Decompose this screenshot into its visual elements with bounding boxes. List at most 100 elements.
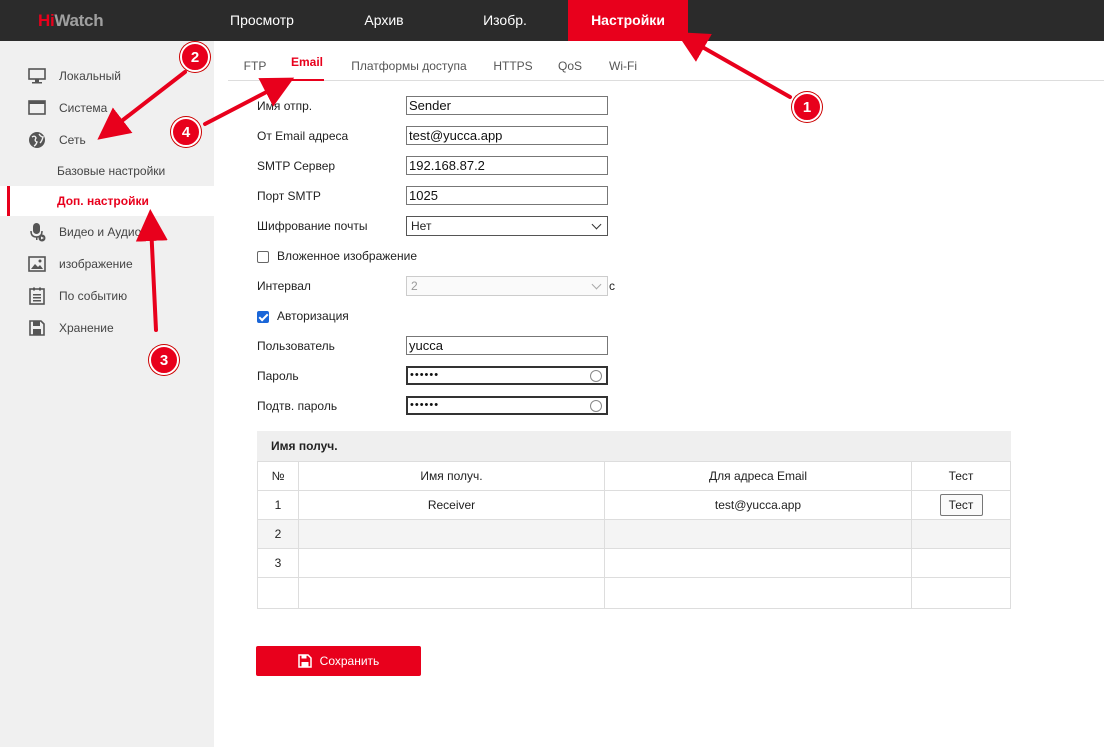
nav-picture[interactable]: Изобр. (449, 0, 561, 41)
list-icon (28, 287, 46, 305)
nav-live-view[interactable]: Просмотр (205, 0, 319, 41)
sidebar-item-label: Хранение (59, 321, 114, 335)
recipient-email[interactable]: test@yucca.app (604, 490, 912, 520)
interval-label: Интервал (257, 279, 311, 293)
settings-tabs: FTP Email Платформы доступа HTTPS QoS Wi… (228, 52, 1104, 81)
sidebar-item-label: Доп. настройки (57, 194, 149, 208)
password-input[interactable]: •••••• (406, 366, 608, 385)
tab-wifi[interactable]: Wi-Fi (607, 52, 639, 80)
table-header-row: № Имя получ. Для адреса Email Тест (257, 461, 1011, 491)
recipients-panel: Имя получ. № Имя получ. Для адреса Email… (257, 431, 1011, 609)
chevron-down-icon (591, 219, 602, 229)
annotation-badge-4: 4 (171, 117, 201, 147)
annotation-badge-2: 2 (180, 42, 210, 72)
column-header: Для адреса Email (604, 461, 912, 491)
recipient-name[interactable] (298, 519, 605, 549)
sidebar-item-label: Сеть (59, 133, 86, 147)
tab-ftp[interactable]: FTP (242, 52, 268, 80)
monitor-icon (28, 67, 46, 85)
row-number: 3 (257, 548, 299, 578)
test-cell (911, 519, 1011, 549)
column-header: № (257, 461, 299, 491)
empty-cell (257, 577, 299, 609)
password-value: •••••• (410, 369, 440, 381)
attach-image-checkbox[interactable] (257, 251, 269, 263)
smtp-port-input[interactable] (406, 186, 608, 205)
save-label: Сохранить (319, 654, 380, 668)
sidebar-item-event[interactable]: По событию (0, 281, 214, 311)
from-email-input[interactable] (406, 126, 608, 145)
sidebar-item-label: Локальный (59, 69, 121, 83)
empty-cell (604, 577, 912, 609)
sidebar-item-label: Система (59, 101, 108, 115)
sender-name-input[interactable] (406, 96, 608, 115)
sidebar-item-image[interactable]: изображение (0, 249, 214, 279)
column-header: Имя получ. (298, 461, 605, 491)
floppy-icon (28, 319, 46, 337)
tab-https[interactable]: HTTPS (492, 52, 534, 80)
row-number: 1 (257, 490, 299, 520)
table-row (257, 577, 1011, 609)
show-password-icon[interactable] (590, 400, 602, 412)
tab-email[interactable]: Email (290, 48, 324, 81)
annotation-badge-3: 3 (149, 345, 179, 375)
encryption-label: Шифрование почты (257, 219, 368, 233)
sender-name-label: Имя отпр. (257, 99, 313, 113)
encryption-select[interactable]: Нет (406, 216, 608, 236)
test-cell (911, 548, 1011, 578)
nav-playback[interactable]: Архив (329, 0, 439, 41)
confirm-password-input[interactable]: •••••• (406, 396, 608, 415)
password-label: Пароль (257, 369, 299, 383)
sidebar: Локальный Система Сеть Базовые настройки… (0, 41, 214, 747)
username-label: Пользователь (257, 339, 335, 353)
save-button[interactable]: Сохранить (256, 646, 421, 676)
microphone-icon (28, 223, 46, 242)
interval-unit: с (609, 279, 615, 293)
tab-qos[interactable]: QoS (557, 52, 583, 80)
sidebar-item-advanced-settings[interactable]: Доп. настройки (0, 186, 214, 216)
globe-icon (28, 131, 46, 149)
smtp-port-label: Порт SMTP (257, 189, 321, 203)
sidebar-item-label: Видео и Аудио (59, 225, 142, 239)
recipient-email[interactable] (604, 548, 912, 578)
encryption-value: Нет (411, 219, 432, 233)
username-input[interactable] (406, 336, 608, 355)
interval-select[interactable]: 2 (406, 276, 608, 296)
interval-value: 2 (411, 279, 418, 293)
sidebar-item-label: изображение (59, 257, 133, 271)
smtp-server-label: SMTP Сервер (257, 159, 336, 173)
recipients-table: № Имя получ. Для адреса Email Тест 1 Rec… (257, 461, 1011, 609)
row-number: 2 (257, 519, 299, 549)
confirm-password-value: •••••• (410, 399, 440, 411)
tab-platform-access[interactable]: Платформы доступа (350, 52, 468, 80)
test-cell: Тест (911, 490, 1011, 520)
recipients-title: Имя получ. (257, 431, 1011, 461)
from-email-label: От Email адреса (257, 129, 349, 143)
sidebar-item-video-audio[interactable]: Видео и Аудио (0, 217, 214, 247)
annotation-badge-1: 1 (792, 92, 822, 122)
top-navigation-bar: HiWatch Просмотр Архив Изобр. Настройки (0, 0, 1104, 41)
chevron-down-icon (591, 279, 602, 289)
test-button[interactable]: Тест (939, 494, 983, 516)
table-row[interactable]: 1 Receiver test@yucca.app Тест (257, 490, 1011, 520)
sidebar-item-storage[interactable]: Хранение (0, 313, 214, 343)
table-row[interactable]: 2 (257, 519, 1011, 549)
authorization-checkbox[interactable] (257, 311, 269, 323)
show-password-icon[interactable] (590, 370, 602, 382)
recipient-name[interactable]: Receiver (298, 490, 605, 520)
recipient-name[interactable] (298, 548, 605, 578)
brand-logo: HiWatch (38, 11, 104, 30)
floppy-icon (297, 654, 312, 668)
recipient-email[interactable] (604, 519, 912, 549)
confirm-password-label: Подтв. пароль (257, 399, 338, 413)
smtp-server-input[interactable] (406, 156, 608, 175)
sidebar-item-label: Базовые настройки (57, 164, 166, 178)
sidebar-item-basic-settings[interactable]: Базовые настройки (0, 156, 214, 186)
image-icon (28, 255, 46, 273)
window-icon (28, 99, 46, 117)
column-header: Тест (911, 461, 1011, 491)
table-row[interactable]: 3 (257, 548, 1011, 578)
empty-cell (911, 577, 1011, 609)
nav-configuration[interactable]: Настройки (568, 0, 688, 41)
attach-image-label: Вложенное изображение (277, 249, 417, 263)
